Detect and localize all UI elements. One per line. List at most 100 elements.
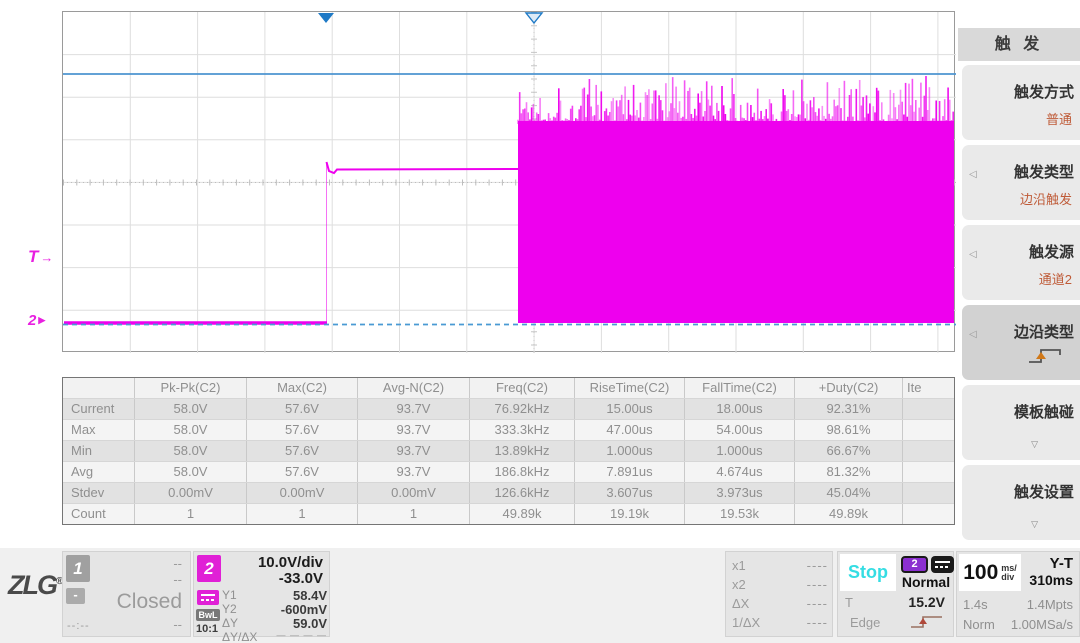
menu-item-value: 普通 [972,109,1072,128]
column-header: Pk-Pk(C2) [135,378,247,398]
measurement-value [903,420,954,440]
channel1-badge[interactable]: 1 [66,555,90,582]
menu-item-4[interactable]: ◁边沿类型 [962,305,1080,380]
oscilloscope-screen: T→ 2▶ Pk-Pk(C2)Max(C2)Avg-N(C2)Freq(C2)R… [0,0,1080,643]
x-cursor-label: 1/ΔX [732,615,760,634]
measurement-value: 18.00us [685,399,795,419]
timebase-box[interactable]: 100 ms/div Y-T 310ms 1.4s 1.4Mpts Norm 1… [956,551,1080,637]
menu-item-3[interactable]: ◁触发源通道2 [962,225,1080,300]
measurement-value: 1.000us [685,441,795,461]
trigger-level-label: T [28,247,38,267]
trigger-status-box[interactable]: Stop 2 Normal T 15.2V Edge [837,551,954,637]
measurement-value [903,483,954,503]
trigger-position-marker[interactable] [318,13,334,23]
x-cursor-row: x1---- [732,558,828,577]
channel1-coupling-badge: - [66,588,85,604]
cursor-readout-row: Y2-600mV [222,602,327,616]
measurement-value [903,504,954,524]
measurement-value: 1.000us [575,441,685,461]
channel2-status-box[interactable]: 2 10.0V/div -33.0V BwL 10:1 Y158.4VY2-60… [193,551,330,637]
menu-item-label: 触发方式 [969,81,1074,102]
row-label: Min [63,441,135,461]
memory-depth-value: 1.4Mpts [1027,597,1073,612]
channel2-probe-ratio-badge: 10:1 [196,623,218,635]
measurement-value: 0.00mV [358,483,470,503]
trigger-level-readout: 15.2V [908,594,945,610]
menu-item-2[interactable]: ◁触发类型边沿触发 [962,145,1080,220]
timebase-scale-readout[interactable]: 100 ms/div [959,554,1021,591]
table-row: Stdev0.00mV0.00mV0.00mV126.6kHz3.607us3.… [63,482,954,503]
cursor-value: 58.4V [293,588,327,602]
waveform-canvas [63,12,956,353]
x-cursor-label: x2 [732,577,746,596]
measurement-value: 93.7V [358,462,470,482]
center-reference-marker[interactable] [526,13,542,23]
x-cursor-row: 1/ΔX---- [732,615,828,634]
x-cursor-value: ---- [807,596,828,615]
channel1-status-box[interactable]: 1 -- -- - Closed --:-- -- [62,551,191,637]
cursor-value: -600mV [281,602,327,616]
x-cursor-row: x2---- [732,577,828,596]
measurement-value: 58.0V [135,462,247,482]
column-header: Max(C2) [247,378,358,398]
measurement-value: 1 [135,504,247,524]
chevron-down-icon: ▽ [1031,439,1038,450]
run-state-indicator[interactable]: Stop [840,554,896,591]
acquisition-mode-label: Norm [963,617,995,632]
measurement-value: 57.6V [247,462,358,482]
column-header: Ite [903,378,954,398]
measurement-value: 186.8kHz [470,462,575,482]
channel2-badge[interactable]: 2 [197,555,221,582]
table-row: Count11149.89k19.19k19.53k49.89k [63,503,954,524]
measurement-value: 1 [247,504,358,524]
rising-edge-icon [909,613,945,636]
menu-item-label: 模板触碰 [969,401,1074,422]
menu-item-1[interactable]: 触发方式普通 [962,65,1080,140]
channel2-dc-coupling-icon [197,590,219,605]
measurement-value: 58.0V [135,399,247,419]
trigger-level-marker[interactable]: T→ [28,247,53,267]
measurement-value [903,462,954,482]
measurement-value: 45.04% [795,483,903,503]
row-label: Max [63,420,135,440]
x-cursor-label: ΔX [732,596,749,615]
measurement-value: 66.67% [795,441,903,461]
cursor-value: 59.0V [293,616,327,630]
trigger-menu-items: 触发方式普通◁触发类型边沿触发◁触发源通道2◁边沿类型模板触碰▽触发设置▽ [962,65,1080,540]
waveform-display[interactable] [62,11,955,352]
measurement-value: 4.674us [685,462,795,482]
measurement-value: 13.89kHz [470,441,575,461]
measurement-value: 49.89k [470,504,575,524]
measurement-value: 333.3kHz [470,420,575,440]
row-label: Avg [63,462,135,482]
measurement-value: 7.891us [575,462,685,482]
measurement-value: 93.7V [358,420,470,440]
cursor-label: ΔY/ΔX [222,630,257,643]
column-header [63,378,135,398]
measurement-table: Pk-Pk(C2)Max(C2)Avg-N(C2)Freq(C2)RiseTim… [62,377,955,525]
cursor-label: Y1 [222,588,237,602]
channel2-scale-value: 10.0V/div [258,554,323,571]
measurement-value: 76.92kHz [470,399,575,419]
channel1-probe-ratio: --:-- [67,620,90,632]
table-row: Max58.0V57.6V93.7V333.3kHz47.00us54.00us… [63,419,954,440]
measurement-value: 58.0V [135,441,247,461]
row-label: Count [63,504,135,524]
trigger-source-badge: 2 [901,556,928,573]
row-label: Current [63,399,135,419]
measurement-value: 54.00us [685,420,795,440]
timebase-delay-value: 310ms [1029,572,1073,588]
menu-item-5[interactable]: 模板触碰 ▽ [962,385,1080,460]
timebase-scale-value: 100 [963,561,998,585]
menu-item-6[interactable]: 触发设置▽ [962,465,1080,540]
measurement-value: 3.973us [685,483,795,503]
rising-edge-icon [1026,345,1066,372]
channel2-ground-label: 2 [28,312,36,329]
channel2-bandwidth-limit-badge: BwL [196,609,220,621]
channel2-ground-marker[interactable]: 2▶ [28,312,45,329]
measurement-value: 57.6V [247,399,358,419]
menu-item-label: 触发类型 [969,161,1074,182]
channel1-state-label: Closed [117,590,182,614]
display-mode-label: Y-T [1050,555,1073,572]
measurement-table-header: Pk-Pk(C2)Max(C2)Avg-N(C2)Freq(C2)RiseTim… [63,378,954,398]
